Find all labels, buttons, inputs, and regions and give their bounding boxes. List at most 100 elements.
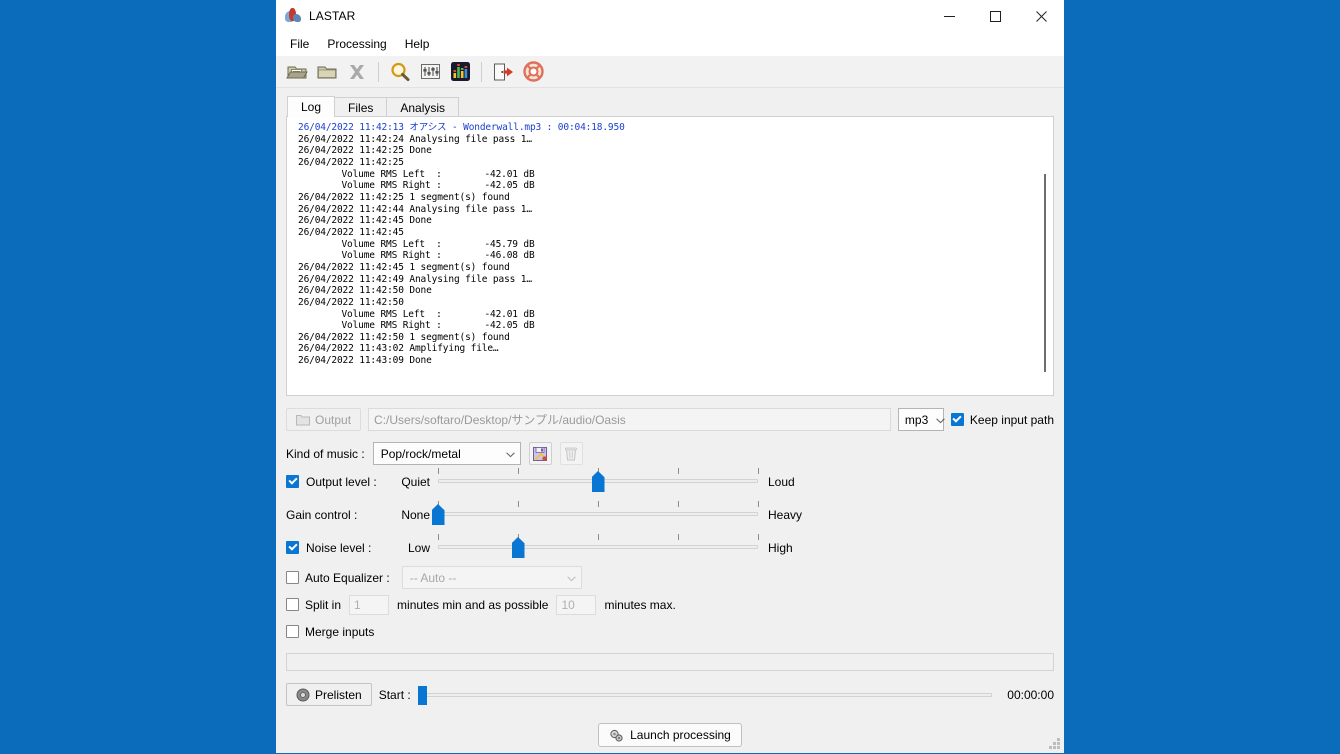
log-text-area[interactable]: 26/04/2022 11:42:13 オアシス - Wonderwall.mp… [287, 117, 1038, 395]
noise-level-label: Noise level : [306, 540, 372, 555]
output-row: Output C:/Users/softaro/Desktop/サンプル/aud… [286, 408, 1054, 431]
noise-level-min-label: Low [407, 540, 430, 555]
log-scrollbar[interactable] [1038, 118, 1052, 394]
auto-equalizer-checkbox[interactable]: Auto Equalizer : [286, 571, 390, 585]
prelisten-button[interactable]: Prelisten [286, 683, 372, 706]
log-line: 26/04/2022 11:42:50 Done [298, 285, 432, 297]
log-line: 26/04/2022 11:42:50 [298, 296, 404, 308]
minimize-button[interactable] [926, 0, 972, 32]
tab-analysis[interactable]: Analysis [386, 97, 460, 117]
keep-input-path-label: Keep input path [969, 412, 1054, 427]
window-controls [926, 0, 1064, 32]
menu-help[interactable]: Help [397, 35, 438, 54]
log-panel: 26/04/2022 11:42:13 オアシス - Wonderwall.mp… [286, 116, 1054, 396]
kind-of-music-select[interactable]: Pop/rock/metal [372, 442, 521, 465]
noise-level-slider[interactable] [438, 531, 759, 564]
noise-level-check-icon[interactable] [286, 541, 299, 554]
split-check-icon[interactable] [286, 598, 299, 611]
launch-processing-button[interactable]: Launch processing [598, 723, 742, 747]
log-line: 26/04/2022 11:42:45 1 segment(s) found [298, 261, 510, 273]
noise-level-label-group: Noise level : [286, 541, 390, 555]
tab-strip: Log Files Analysis [287, 96, 1054, 117]
merge-inputs-row: Merge inputs [286, 618, 1054, 645]
auto-equalizer-row: Auto Equalizer : -- Auto -- [286, 564, 1054, 591]
slider-row-noise-level: Noise level : Low High [286, 531, 1054, 564]
speaker-disc-icon [296, 688, 310, 701]
split-checkbox[interactable]: Split in [286, 598, 341, 612]
log-line: 26/04/2022 11:42:24 Analysing file pass … [298, 133, 532, 145]
toolbar [276, 56, 1064, 88]
delete-preset-button[interactable] [559, 442, 583, 465]
log-line: 26/04/2022 11:42:45 [298, 226, 404, 238]
log-line: Volume RMS Right : -42.05 dB [341, 180, 535, 192]
save-preset-button[interactable] [528, 442, 552, 465]
output-path-field[interactable]: C:/Users/softaro/Desktop/サンプル/audio/Oasi… [368, 408, 891, 431]
prelisten-row: Prelisten Start : 00:00:00 [286, 683, 1054, 706]
noise-level-ticks [438, 534, 759, 540]
close-button[interactable] [1018, 0, 1064, 32]
kind-of-music-row: Kind of music : Pop/rock/metal [286, 442, 1054, 465]
menu-file[interactable]: File [282, 35, 317, 54]
output-button-label: Output [315, 412, 352, 427]
log-scrollbar-thumb[interactable] [1044, 174, 1046, 372]
open-file-icon[interactable] [283, 58, 311, 86]
split-min-input[interactable]: 1 [349, 594, 390, 615]
tab-log[interactable]: Log [287, 96, 336, 117]
log-line: Volume RMS Right : -46.08 dB [341, 250, 535, 262]
gain-control-max-label: Heavy [768, 507, 803, 522]
keep-input-path-check-icon[interactable] [950, 413, 964, 426]
gain-control-slider[interactable] [431, 498, 759, 531]
chevron-down-icon [566, 571, 576, 585]
folder-icon [296, 414, 310, 425]
merge-inputs-checkbox[interactable]: Merge inputs [286, 625, 374, 639]
output-level-slider[interactable] [438, 465, 759, 498]
window-title: LASTAR [309, 9, 356, 23]
start-slider[interactable] [417, 684, 993, 706]
log-line: Volume RMS Left : -42.01 dB [341, 168, 535, 180]
split-row: Split in 1 minutes min and as possible 1… [286, 591, 1054, 618]
output-level-check-icon[interactable] [286, 475, 299, 488]
start-slider-thumb[interactable] [417, 685, 427, 705]
output-format-value: mp3 [904, 412, 929, 427]
settings-sliders-icon[interactable] [416, 58, 444, 86]
resize-grip[interactable] [1048, 737, 1061, 750]
keep-input-path-checkbox[interactable]: Keep input path [950, 412, 1054, 427]
desktop-background: LASTAR File Processing Help Log Files An… [0, 0, 1340, 754]
exit-door-icon[interactable] [489, 58, 517, 86]
merge-inputs-label: Merge inputs [305, 624, 375, 639]
open-folder-icon[interactable] [313, 58, 341, 86]
output-level-thumb[interactable] [591, 471, 605, 492]
equalizer-icon[interactable] [446, 58, 474, 86]
gears-icon [610, 729, 623, 742]
output-button[interactable]: Output [286, 408, 362, 431]
prelisten-label: Prelisten [315, 687, 362, 702]
log-line: 26/04/2022 11:42:25 1 segment(s) found [298, 191, 510, 203]
progress-bar [286, 653, 1054, 671]
log-line: 26/04/2022 11:42:45 Done [298, 215, 432, 227]
menu-processing[interactable]: Processing [319, 35, 394, 54]
help-lifebuoy-icon[interactable] [519, 58, 547, 86]
auto-equalizer-select[interactable]: -- Auto -- [401, 566, 582, 589]
title-bar: LASTAR [276, 0, 1064, 32]
gain-control-thumb[interactable] [431, 504, 445, 525]
slider-row-output-level: Output level : Quiet Loud [286, 465, 1054, 498]
tab-files[interactable]: Files [334, 97, 388, 117]
delete-preset-icon [565, 447, 578, 460]
auto-equalizer-check-icon[interactable] [286, 571, 299, 584]
output-level-label-group: Output level : [286, 475, 390, 489]
log-line: 26/04/2022 11:42:25 Done [298, 145, 432, 157]
output-format-select[interactable]: mp3 [897, 408, 946, 431]
split-max-input[interactable]: 10 [556, 594, 597, 615]
analyse-search-icon[interactable] [386, 58, 414, 86]
start-label: Start : [378, 687, 411, 702]
kind-of-music-value: Pop/rock/metal [380, 446, 461, 461]
title-bar-left: LASTAR [276, 8, 355, 24]
output-level-label: Output level : [306, 474, 377, 489]
log-line: Volume RMS Left : -42.01 dB [341, 308, 535, 320]
maximize-button[interactable] [972, 0, 1018, 32]
gain-control-track [438, 512, 758, 516]
noise-level-thumb[interactable] [511, 537, 525, 558]
merge-inputs-check-icon[interactable] [286, 625, 299, 638]
clear-remove-icon[interactable] [343, 58, 371, 86]
log-line: 26/04/2022 11:43:09 Done [298, 355, 432, 367]
